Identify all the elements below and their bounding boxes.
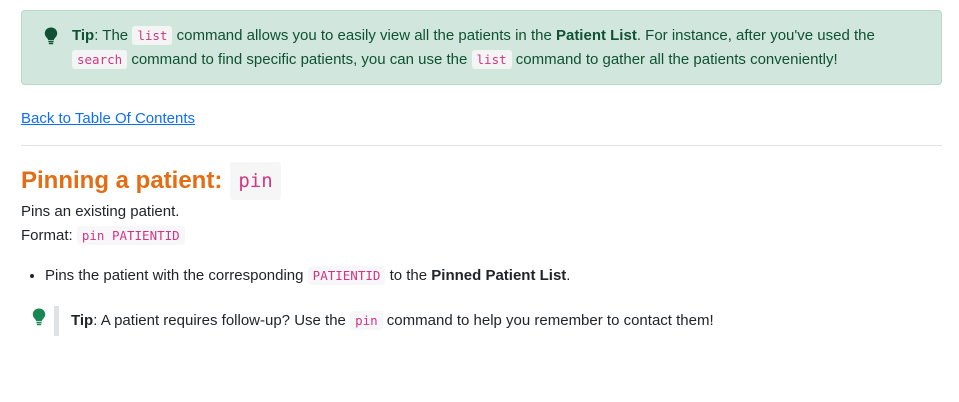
- bullet-list: Pins the patient with the corresponding …: [21, 264, 942, 288]
- lightbulb-icon: [44, 27, 58, 53]
- tip-text-segment: : The: [94, 27, 133, 44]
- code-search: search: [72, 50, 128, 69]
- bullet-text-segment: to the: [385, 267, 432, 284]
- lightbulb-icon: [32, 308, 46, 334]
- code-patientid: PATIENTID: [307, 266, 386, 285]
- tip-text-segment: command allows you to easily view all th…: [172, 27, 556, 44]
- section-divider: [21, 145, 942, 146]
- format-label: Format:: [21, 227, 77, 244]
- tip-text-segment: . For instance, after you've used the: [636, 27, 875, 44]
- page: Tip: The list command allows you to easi…: [0, 0, 959, 402]
- tip-text-segment: command to find specific patients, you c…: [127, 51, 472, 68]
- tip-label: Tip: [72, 27, 95, 44]
- bullet-text-segment: Pins the patient with the corresponding: [45, 267, 308, 284]
- bullet-text-segment: .: [566, 267, 571, 284]
- inline-tip-text: Tip: A patient requires follow-up? Use t…: [71, 309, 714, 333]
- heading-text: Pinning a patient:: [21, 167, 223, 194]
- tip-label: Tip: [71, 312, 94, 329]
- code-list: list: [132, 26, 173, 45]
- section-heading: Pinning a patient: pin: [21, 162, 942, 200]
- tip-text-segment: command to gather all the patients conve…: [511, 51, 838, 68]
- back-to-toc-link[interactable]: Back to Table Of Contents: [21, 110, 195, 127]
- tip-text: Tip: The list command allows you to easi…: [72, 24, 925, 72]
- bold-patient-list: Patient List: [555, 27, 637, 44]
- section-description: Pins an existing patient.: [21, 203, 180, 220]
- list-item: Pins the patient with the corresponding …: [45, 264, 942, 288]
- heading-code: pin: [230, 162, 281, 200]
- tip-text-segment: command to help you remember to contact …: [382, 312, 714, 329]
- code-pin: pin: [350, 311, 383, 330]
- inline-tip: Tip: A patient requires follow-up? Use t…: [21, 306, 942, 336]
- code-list: list: [471, 50, 512, 69]
- bold-pinned-patient-list: Pinned Patient List: [431, 267, 567, 284]
- tip-callout: Tip: The list command allows you to easi…: [21, 10, 942, 85]
- format-code: pin PATIENTID: [76, 226, 185, 245]
- blockquote-bar: [54, 306, 59, 336]
- format-line: Format: pin PATIENTID: [21, 224, 942, 248]
- tip-text-segment: : A patient requires follow-up? Use the: [93, 312, 351, 329]
